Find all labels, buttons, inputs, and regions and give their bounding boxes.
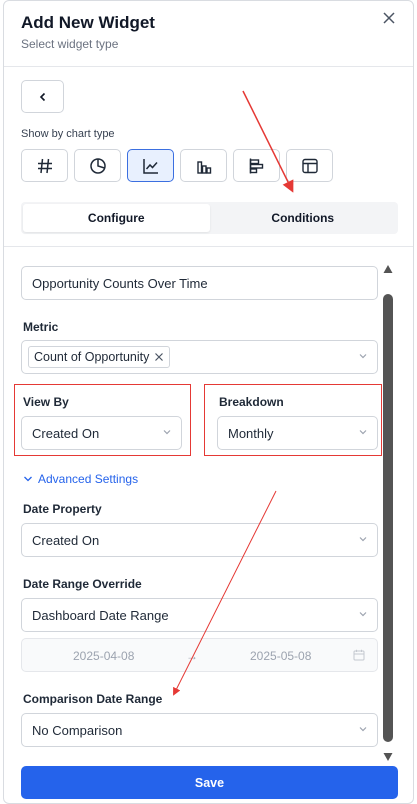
advanced-settings-toggle[interactable]: Advanced Settings: [23, 472, 138, 486]
date-range-picker: 2025-04-08 → 2025-05-08: [21, 638, 378, 672]
advanced-settings-label: Advanced Settings: [38, 472, 139, 486]
chevron-down-icon: [359, 354, 367, 359]
metric-chip: Count of Opportunity: [28, 346, 171, 368]
panel-subtitle: Select widget type: [21, 37, 119, 51]
date-range-override-label: Date Range Override: [23, 577, 142, 591]
chevron-down-icon: [163, 430, 171, 435]
chevron-down-icon: [24, 476, 32, 482]
metric-label: Metric: [23, 320, 59, 334]
date-start: 2025-04-08: [73, 649, 135, 663]
tab-configure[interactable]: Configure: [23, 204, 210, 232]
chevron-down-icon: [359, 537, 367, 542]
line-chart-icon: [142, 158, 158, 174]
remove-chip-icon[interactable]: [154, 352, 164, 362]
chevron-down-icon: [359, 430, 367, 435]
breakdown-label: Breakdown: [219, 395, 284, 409]
date-end: 2025-05-08: [250, 649, 312, 663]
date-range-override-select[interactable]: Dashboard Date Range: [21, 598, 378, 632]
chevron-down-icon: [359, 612, 367, 617]
chart-type-number[interactable]: [21, 149, 68, 182]
date-property-select[interactable]: Created On: [21, 523, 378, 557]
view-by-select[interactable]: Created On: [21, 416, 182, 450]
chart-type-horizontal-bar[interactable]: [233, 149, 280, 182]
breakdown-select[interactable]: Monthly: [217, 416, 378, 450]
save-button[interactable]: Save: [21, 766, 398, 799]
close-icon[interactable]: [381, 10, 397, 26]
add-widget-panel: Add New Widget Select widget type Show b…: [3, 0, 414, 804]
metric-chip-label: Count of Opportunity: [34, 350, 150, 364]
date-separator: →: [186, 649, 198, 663]
view-by-value: Created On: [32, 425, 100, 441]
chevron-left-icon: [39, 92, 45, 101]
scroll-down-arrow-icon[interactable]: [383, 753, 393, 761]
date-property-value: Created On: [32, 532, 100, 548]
hash-icon: [37, 158, 52, 173]
scrollbar-thumb[interactable]: [383, 294, 393, 742]
config-tabs: Configure Conditions: [21, 202, 398, 234]
widget-title-value: Opportunity Counts Over Time: [32, 275, 208, 291]
comparison-date-range-label: Comparison Date Range: [23, 692, 163, 706]
metric-select[interactable]: Count of Opportunity: [21, 340, 378, 374]
panel-title: Add New Widget: [21, 13, 155, 32]
widget-title-input[interactable]: Opportunity Counts Over Time: [21, 266, 378, 300]
breakdown-value: Monthly: [228, 425, 274, 441]
chart-type-bar[interactable]: [180, 149, 227, 182]
chart-type-label: Show by chart type: [21, 128, 115, 140]
back-button[interactable]: [21, 80, 64, 113]
bar-chart-icon: [196, 160, 211, 174]
date-property-label: Date Property: [23, 502, 102, 516]
panel-header: Add New Widget Select widget type: [4, 1, 413, 67]
scroll-up-arrow-icon[interactable]: [383, 265, 393, 273]
horizontal-bar-chart-icon: [249, 158, 263, 173]
comparison-date-range-value: No Comparison: [32, 722, 123, 738]
chart-type-pie[interactable]: [74, 149, 121, 182]
tab-conditions[interactable]: Conditions: [210, 204, 397, 232]
date-range-override-value: Dashboard Date Range: [32, 607, 169, 623]
view-by-label: View By: [23, 395, 69, 409]
comparison-date-range-select[interactable]: No Comparison: [21, 713, 378, 747]
table-icon: [301, 158, 318, 173]
section-divider: [4, 246, 413, 247]
calendar-icon: [353, 649, 365, 661]
chevron-down-icon: [359, 727, 367, 732]
chart-type-line[interactable]: [127, 149, 174, 182]
chart-type-selector: [21, 149, 333, 182]
pie-chart-icon: [89, 157, 106, 174]
chart-type-table[interactable]: [286, 149, 333, 182]
